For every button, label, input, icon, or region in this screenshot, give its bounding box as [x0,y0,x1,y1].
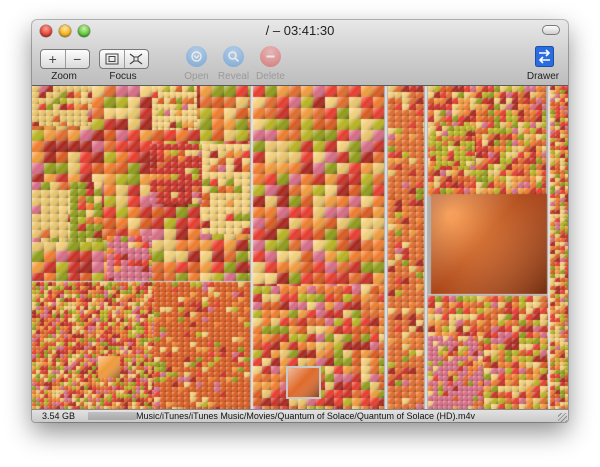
status-bar: 3.54 GB Music/iTunes/iTunes Music/Movies… [32,409,568,422]
resize-grip[interactable] [558,413,567,422]
minus-icon [266,55,275,58]
toolbar: / – 03:41:30 + − Zoom Focus Open Reveal … [32,20,568,86]
focus-control [99,49,149,69]
zoom-label: Zoom [51,71,77,82]
drawer-label: Drawer [526,71,560,82]
zoom-out-button[interactable]: − [64,50,90,68]
status-path: Music/iTunes/iTunes Music/Movies/Quantum… [136,411,475,421]
treemap-view[interactable] [32,86,568,409]
drawer-button[interactable] [535,46,554,67]
delete-button[interactable] [260,46,281,67]
zoom-in-button[interactable]: + [41,50,65,68]
focus-out-button[interactable] [100,50,124,68]
reveal-label: Reveal [217,71,250,82]
toolbar-toggle-button[interactable] [542,25,560,35]
focus-label: Focus [109,71,137,82]
window-title: / – 03:41:30 [265,23,335,38]
window: / – 03:41:30 + − Zoom Focus Open Reveal … [32,20,568,422]
zoom-control: + − [40,49,90,69]
open-icon [191,51,202,62]
selected-file-highlight [286,366,321,399]
status-size: 3.54 GB [42,411,76,421]
focus-in-icon [129,53,143,65]
focus-out-icon [105,53,119,65]
open-label: Open [184,71,209,82]
reveal-button[interactable] [223,46,244,67]
drawer-icon [535,46,554,67]
focus-in-button[interactable] [123,50,149,68]
treemap-canvas[interactable] [32,86,568,409]
delete-label: Delete [256,71,285,82]
open-button[interactable] [186,46,207,67]
status-size-bar [88,412,136,420]
magnifier-icon [228,51,240,63]
